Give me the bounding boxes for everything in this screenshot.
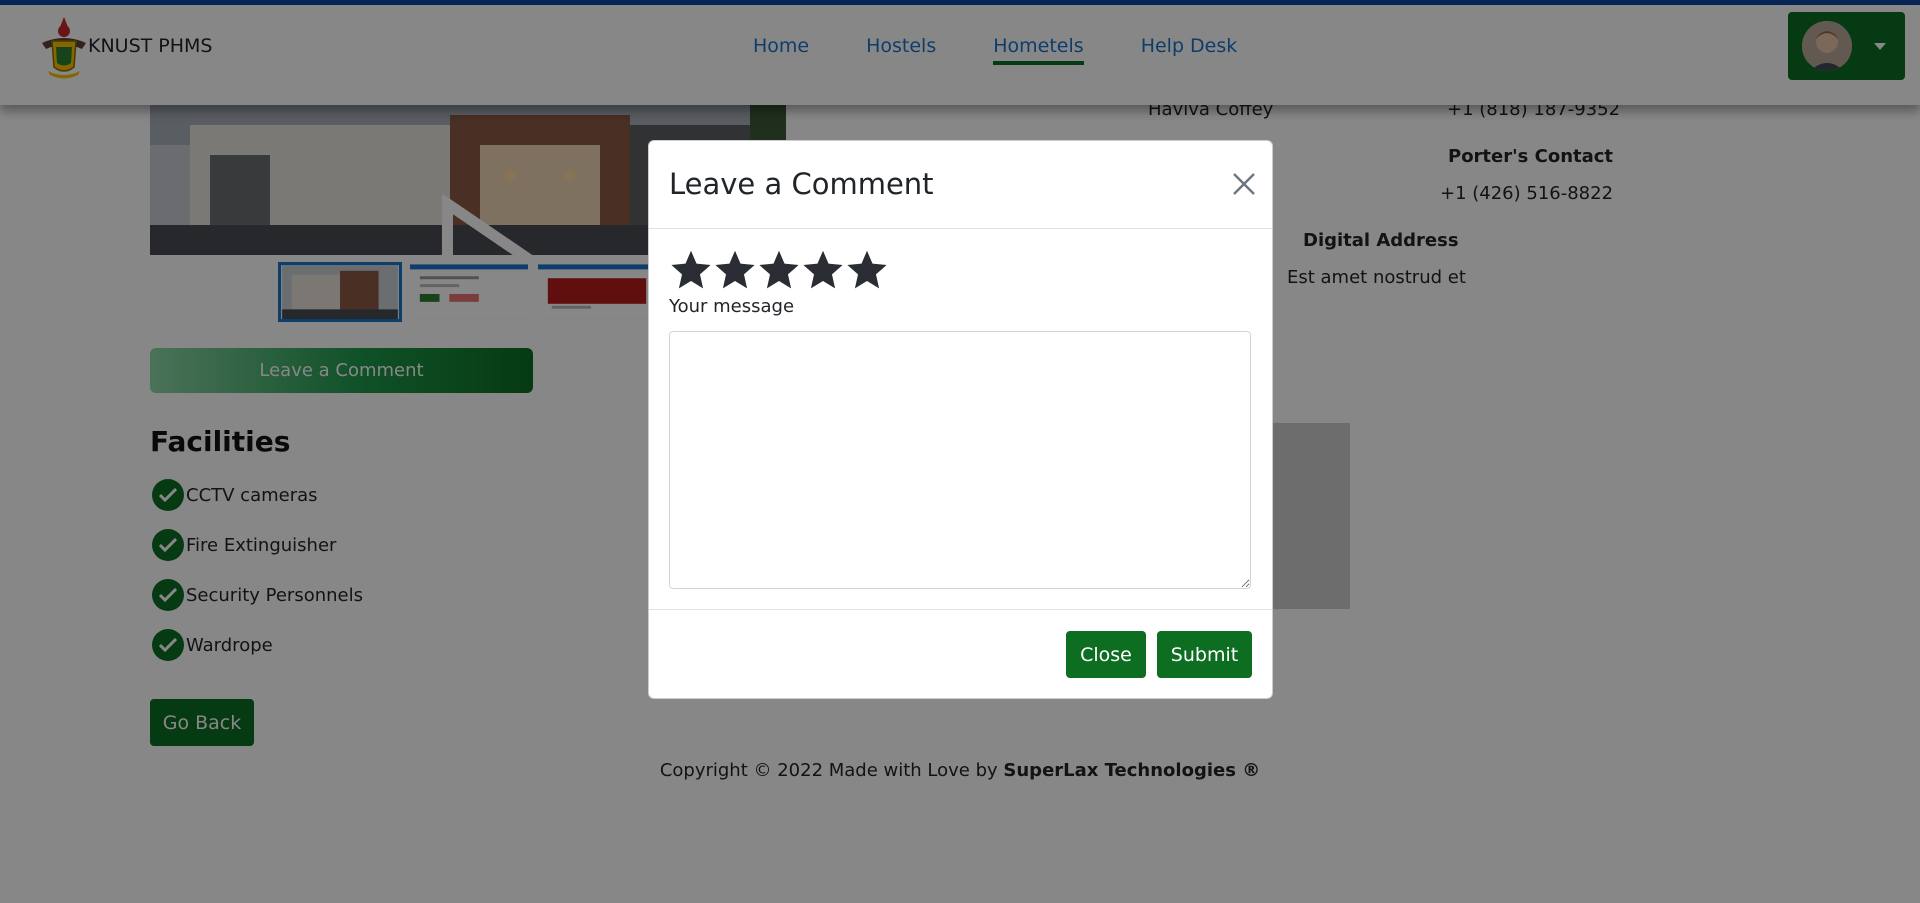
- message-label: Your message: [669, 296, 795, 317]
- submit-button[interactable]: Submit: [1157, 631, 1252, 678]
- modal-title: Leave a Comment: [669, 167, 934, 201]
- star-icon[interactable]: [757, 248, 801, 292]
- close-button[interactable]: Close: [1066, 631, 1146, 678]
- comment-modal: Leave a Comment Your message Close Submi…: [648, 140, 1273, 699]
- star-icon[interactable]: [669, 248, 713, 292]
- message-textarea[interactable]: [669, 331, 1251, 589]
- star-icon[interactable]: [845, 248, 889, 292]
- modal-footer: Close Submit: [649, 609, 1272, 699]
- star-icon[interactable]: [801, 248, 845, 292]
- modal-header: Leave a Comment: [649, 141, 1272, 229]
- star-rating: [669, 248, 889, 292]
- close-icon[interactable]: [1231, 171, 1257, 197]
- star-icon[interactable]: [713, 248, 757, 292]
